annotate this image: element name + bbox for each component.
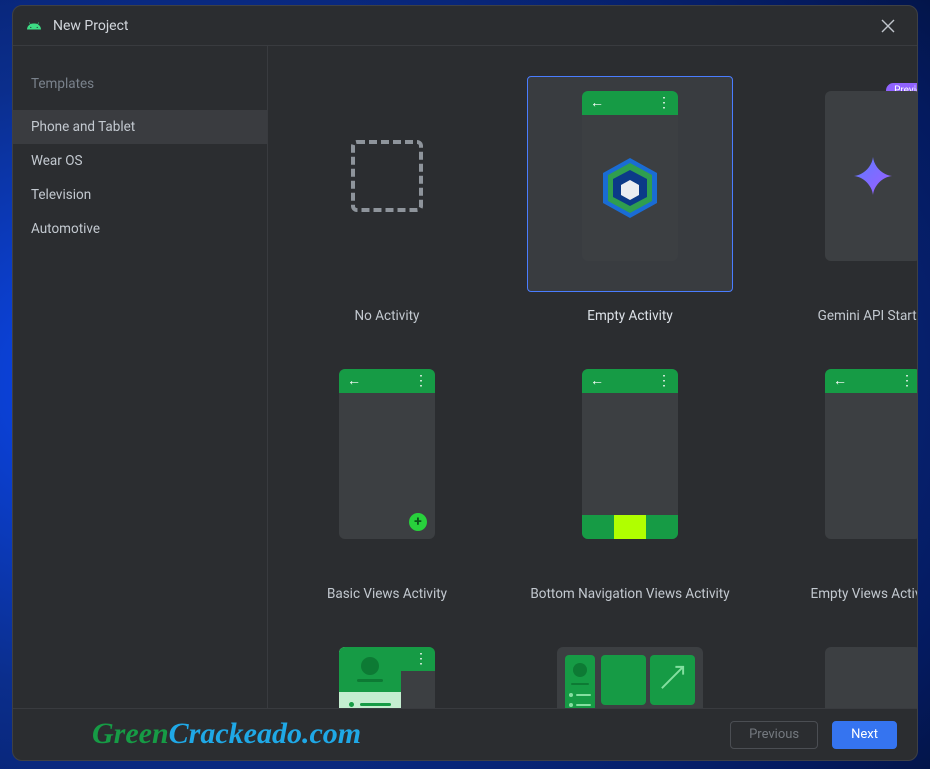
sidebar: Templates Phone and Tablet Wear OS Telev…: [13, 46, 268, 708]
dashed-placeholder-icon: [351, 140, 423, 212]
template-no-activity[interactable]: No Activity: [278, 76, 496, 324]
appbar-preview: ← ⋮: [582, 91, 678, 115]
template-label: Empty Views Activity: [811, 586, 917, 602]
sidebar-item-television[interactable]: Television: [13, 178, 267, 212]
template-empty-views[interactable]: ←⋮ Empty Views Activity: [764, 354, 917, 602]
template-label: No Activity: [355, 308, 420, 324]
jetpack-compose-icon: [603, 158, 657, 218]
dialog-footer: Previous Next: [13, 708, 917, 760]
template-label: Empty Activity: [587, 308, 672, 324]
close-icon: [881, 19, 895, 33]
nav-drawer-preview: [339, 647, 401, 708]
template-gallery: No Activity ← ⋮: [268, 46, 917, 708]
template-label: Basic Views Activity: [327, 586, 447, 602]
titlebar: New Project: [13, 6, 917, 46]
template-label: Bottom Navigation Views Activity: [530, 586, 729, 602]
sidebar-item-phone-tablet[interactable]: Phone and Tablet: [13, 110, 267, 144]
template-label: Gemini API Starter: [818, 308, 917, 324]
template-bottom-nav-views[interactable]: ←⋮ Bottom Navigation Views Activity: [496, 354, 764, 602]
overflow-menu-icon: ⋮: [657, 96, 670, 110]
next-button[interactable]: Next: [832, 721, 897, 749]
android-logo-icon: [27, 21, 41, 31]
previous-button: Previous: [730, 721, 818, 749]
template-game-cpp[interactable]: Game Activity (C++): [764, 632, 917, 708]
dialog-body: Templates Phone and Tablet Wear OS Telev…: [13, 46, 917, 708]
sidebar-item-automotive[interactable]: Automotive: [13, 212, 267, 246]
sidebar-item-wear-os[interactable]: Wear OS: [13, 144, 267, 178]
template-gemini-api-starter[interactable]: Preview Gem: [764, 76, 917, 324]
fab-icon: +: [409, 513, 427, 531]
template-empty-activity[interactable]: ← ⋮: [496, 76, 764, 324]
close-button[interactable]: [873, 11, 903, 41]
sidebar-header: Templates: [13, 76, 267, 110]
sparkle-icon: [854, 157, 892, 195]
template-responsive-views[interactable]: + Responsive Views Activity: [496, 632, 764, 708]
bottom-nav-preview: [582, 515, 678, 539]
new-project-dialog: New Project Templates Phone and Tablet W…: [12, 5, 918, 761]
window-title: New Project: [53, 18, 873, 34]
template-basic-views[interactable]: ←⋮ + Basic Views Activity: [278, 354, 496, 602]
back-arrow-icon: ←: [590, 96, 604, 110]
responsive-preview: +: [557, 647, 703, 708]
template-nav-drawer-views[interactable]: ⋮ +: [278, 632, 496, 708]
